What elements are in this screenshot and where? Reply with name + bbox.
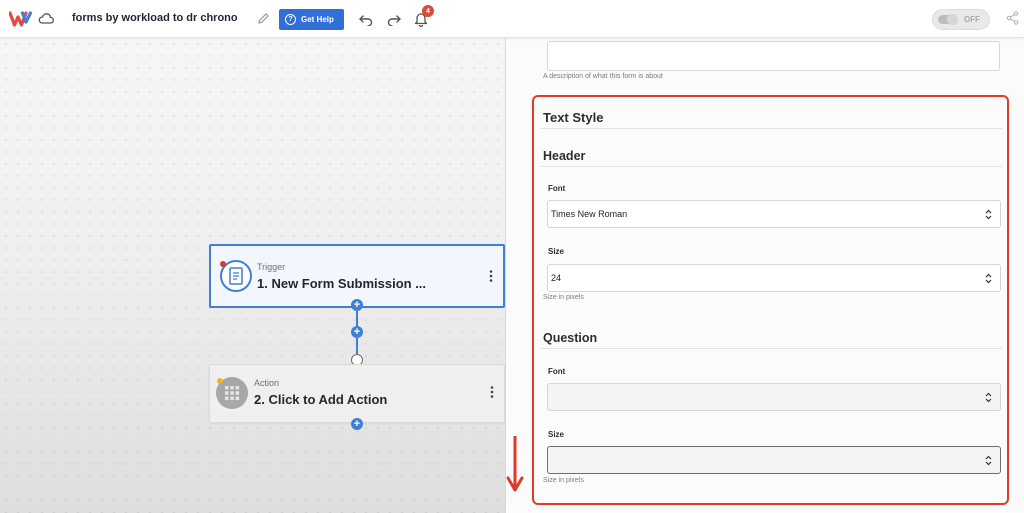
redo-icon[interactable] xyxy=(386,12,402,26)
workflow-toggle[interactable]: OFF xyxy=(932,9,990,30)
connector-line xyxy=(356,311,358,327)
workload-logo-icon[interactable] xyxy=(9,10,33,28)
warning-status-dot xyxy=(217,378,223,384)
more-options-icon[interactable] xyxy=(490,386,494,398)
share-icon[interactable] xyxy=(1006,11,1019,25)
down-arrow-annotation-icon xyxy=(506,436,524,492)
node-title: 1. New Form Submission ... xyxy=(257,276,427,291)
action-node[interactable]: Action 2. Click to Add Action xyxy=(209,364,505,423)
plus-icon: + xyxy=(353,298,361,311)
plus-icon: + xyxy=(353,417,361,430)
workflow-title[interactable]: forms by workload to dr chrono xyxy=(72,12,238,24)
node-title: 2. Click to Add Action xyxy=(254,392,388,407)
undo-icon[interactable] xyxy=(358,12,374,26)
node-kind-label: Trigger xyxy=(257,262,286,272)
top-toolbar: forms by workload to dr chrono ? Get Hel… xyxy=(0,0,1024,38)
error-status-dot xyxy=(220,261,226,267)
highlight-annotation-box xyxy=(532,95,1009,505)
add-step-button[interactable]: + xyxy=(351,326,363,338)
get-help-button[interactable]: ? Get Help xyxy=(279,9,344,30)
toggle-knob xyxy=(938,14,958,25)
description-help-text: A description of what this form is about xyxy=(543,73,663,80)
get-help-label: Get Help xyxy=(301,15,334,24)
more-options-icon[interactable] xyxy=(489,270,493,282)
node-kind-label: Action xyxy=(254,378,280,388)
connector-line xyxy=(356,338,358,354)
help-circle-icon: ? xyxy=(285,14,296,25)
add-step-button[interactable]: + xyxy=(351,299,363,311)
notification-badge: 4 xyxy=(422,5,434,17)
add-step-button[interactable]: + xyxy=(351,418,363,430)
toggle-label: OFF xyxy=(964,15,980,24)
form-description-input[interactable] xyxy=(547,41,1000,71)
cloud-icon xyxy=(38,13,54,24)
pencil-icon[interactable] xyxy=(257,12,270,25)
plus-icon: + xyxy=(353,325,361,338)
